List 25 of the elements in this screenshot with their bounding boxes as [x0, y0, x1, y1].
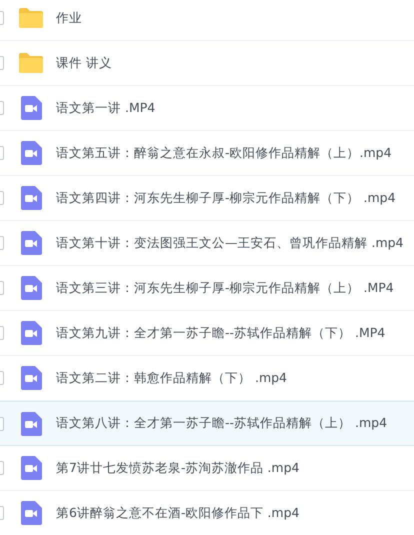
video-file-icon	[20, 96, 42, 120]
file-name: 第6讲醉翁之意不在酒-欧阳修作品下 .mp4	[56, 504, 300, 522]
file-name: 作业	[56, 10, 82, 26]
video-file-icon	[20, 231, 42, 255]
file-name: 第7讲廿七发愤苏老泉-苏洵苏澈作品 .mp4	[56, 460, 300, 476]
file-row[interactable]: 语文第八讲：全才第一苏子瞻--苏轼作品精解（上） .mp4	[0, 401, 414, 446]
file-name: 语文第九讲：全才第一苏子瞻--苏轼作品精解（下） .MP4	[56, 324, 386, 342]
video-file-icon	[20, 321, 42, 345]
video-file-icon	[20, 276, 42, 300]
video-file-icon	[20, 141, 42, 165]
file-name: 语文第十讲：变法图强王文公—王安石、曾巩作品精解 .mp4	[56, 234, 404, 252]
file-name: 语文第三讲：河东先生柳子厚-柳宗元作品精解（上） .MP4	[56, 280, 394, 296]
file-name: 语文第五讲：醉翁之意在永叔-欧阳修作品精解（上）.mp4	[56, 144, 392, 162]
video-file-icon	[20, 456, 42, 480]
video-file-icon	[20, 501, 42, 525]
file-name: 语文第八讲：全才第一苏子瞻--苏轼作品精解（上） .mp4	[56, 415, 388, 432]
video-file-icon	[20, 366, 42, 390]
file-name: 语文第四讲：河东先生柳子厚-柳宗元作品精解（下） .mp4	[56, 190, 396, 206]
folder-icon	[18, 7, 44, 29]
folder-icon	[18, 52, 44, 74]
file-name: 语文第一讲 .MP4	[56, 100, 156, 116]
video-file-icon	[20, 186, 42, 210]
file-name: 课件 讲义	[56, 54, 112, 72]
file-name: 语文第二讲：韩愈作品精解（下） .mp4	[56, 370, 288, 386]
video-file-icon	[20, 412, 42, 436]
